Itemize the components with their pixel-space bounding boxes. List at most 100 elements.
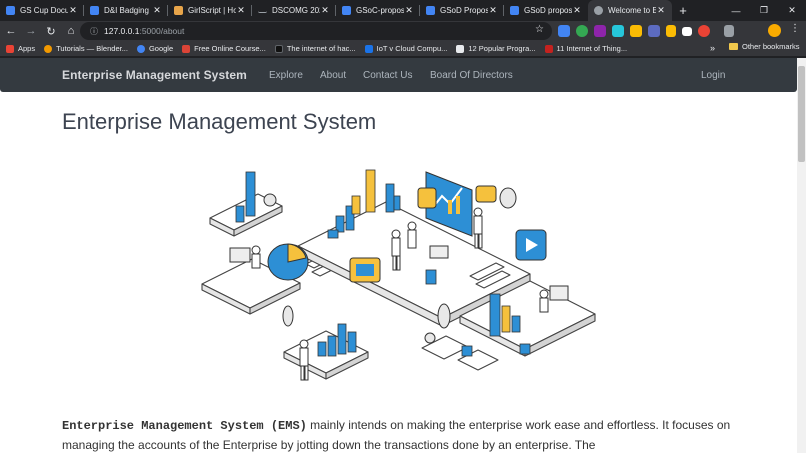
kebab-menu-icon[interactable]: ⋮ xyxy=(790,23,800,34)
bookmark-item[interactable]: Tutorials — Blender... xyxy=(44,44,128,53)
close-tab-icon[interactable]: ✕ xyxy=(320,5,330,16)
navbar-brand[interactable]: Enterprise Management System xyxy=(62,68,247,82)
bookmark-item[interactable]: The internet of hac... xyxy=(274,44,356,53)
extension-icon[interactable] xyxy=(612,25,624,37)
page-scrollbar[interactable] xyxy=(797,58,806,453)
extension-icon[interactable] xyxy=(666,25,676,37)
apps-grid-icon xyxy=(6,44,14,53)
close-tab-icon[interactable]: ✕ xyxy=(68,5,78,16)
close-tab-icon[interactable]: ✕ xyxy=(236,5,246,16)
browser-tab[interactable]: GSoC-propos ✕ xyxy=(336,0,420,21)
blender-icon xyxy=(44,44,53,53)
browser-toolbar: ← → ↻ ⌂ ⓘ 127.0.0.1:5000/about ☆ ⋮ xyxy=(0,21,806,41)
browser-tab[interactable]: GSoD propos ✕ xyxy=(504,0,588,21)
site-icon xyxy=(364,44,373,53)
site-navbar: Enterprise Management System Explore Abo… xyxy=(0,58,797,92)
extension-icon[interactable] xyxy=(698,25,710,37)
close-tab-icon[interactable]: ✕ xyxy=(572,5,582,16)
bookmark-item[interactable]: Free Online Course... xyxy=(182,44,266,53)
bookmark-star-icon[interactable]: ☆ xyxy=(535,24,544,35)
docs-icon xyxy=(6,6,15,15)
bookmarks-bar: Apps Tutorials — Blender... Google Free … xyxy=(0,41,806,57)
bookmark-item[interactable]: 11 Internet of Thing... xyxy=(544,44,628,53)
window-controls: — ❐ ✕ xyxy=(722,0,806,21)
info-icon[interactable]: ⓘ xyxy=(90,26,98,37)
bookmark-apps[interactable]: Apps xyxy=(6,44,35,53)
forward-icon[interactable]: → xyxy=(22,22,40,40)
minimize-icon[interactable]: — xyxy=(722,0,750,21)
site-icon xyxy=(544,44,553,53)
restore-icon[interactable]: ❐ xyxy=(750,0,778,21)
bookmark-label: The internet of hac... xyxy=(286,44,356,53)
address-host: 127.0.0.1 xyxy=(104,26,140,36)
close-tab-icon[interactable]: ✕ xyxy=(152,5,162,16)
nav-board-of-directors[interactable]: Board Of Directors xyxy=(430,70,513,81)
browser-tab[interactable]: GS Cup Docum ✕ xyxy=(0,0,84,21)
bookmark-label: Tutorials — Blender... xyxy=(56,44,128,53)
scrollbar-thumb[interactable] xyxy=(798,66,805,162)
site-icon xyxy=(456,44,465,53)
close-window-icon[interactable]: ✕ xyxy=(778,0,806,21)
description-paragraph: Enterprise Management System (EMS) mainl… xyxy=(62,416,752,453)
address-bar[interactable]: ⓘ 127.0.0.1:5000/about ☆ xyxy=(80,22,552,40)
browser-tab[interactable]: D&I Badging ✕ xyxy=(84,0,168,21)
login-link[interactable]: Login xyxy=(701,70,725,81)
bookmark-label: IoT v Cloud Compu... xyxy=(376,44,448,53)
extension-icon[interactable] xyxy=(682,26,692,36)
page-title: Enterprise Management System xyxy=(62,109,377,134)
docs-icon xyxy=(342,6,351,15)
bookmark-label: Apps xyxy=(18,44,36,53)
bookmark-item[interactable]: IoT v Cloud Compu... xyxy=(364,44,448,53)
browser-tab[interactable]: DSCOMG 2020 ✕ xyxy=(252,0,336,21)
tab-strip: GS Cup Docum ✕ D&I Badging ✕ GirlScript … xyxy=(0,0,806,21)
bookmark-label: 11 Internet of Thing... xyxy=(556,44,628,53)
puzzle-icon[interactable] xyxy=(724,25,734,37)
isometric-office-illustration xyxy=(201,169,596,381)
tab-title: D&I Badging xyxy=(104,6,149,15)
reload-icon[interactable]: ↻ xyxy=(42,22,60,40)
bookmark-item[interactable]: 12 Popular Progra... xyxy=(456,44,536,53)
browser-tab-active[interactable]: Welcome to E ✕ xyxy=(588,0,672,21)
site-icon xyxy=(274,44,283,53)
close-tab-icon[interactable]: ✕ xyxy=(488,5,498,16)
extension-icon[interactable] xyxy=(648,25,660,37)
other-bookmarks[interactable]: Other bookmarks xyxy=(729,42,800,51)
google-icon xyxy=(136,44,145,53)
extension-icon[interactable] xyxy=(576,25,588,37)
nav-about[interactable]: About xyxy=(320,70,346,81)
bookmarks-overflow-icon[interactable]: » xyxy=(710,43,715,53)
bookmark-label: Google xyxy=(148,44,174,53)
new-tab-button[interactable]: + xyxy=(672,0,694,21)
nav-contact-us[interactable]: Contact Us xyxy=(363,70,412,81)
docs-icon xyxy=(426,6,435,15)
back-icon[interactable]: ← xyxy=(2,22,20,40)
tab-title: GS Cup Docum xyxy=(20,6,68,15)
other-bookmarks-label: Other bookmarks xyxy=(742,42,800,51)
extensions-area xyxy=(558,23,740,39)
extension-icon[interactable] xyxy=(594,25,606,37)
docs-icon xyxy=(90,6,99,15)
home-icon[interactable]: ⌂ xyxy=(62,22,80,40)
bookmark-item[interactable]: Google xyxy=(136,44,174,53)
extension-icon[interactable] xyxy=(558,25,570,37)
ems-term: Enterprise Management System (EMS) xyxy=(62,419,307,433)
browser-tab[interactable]: GirlScript | Ho ✕ xyxy=(168,0,252,21)
folder-icon xyxy=(729,43,738,50)
web-page: Enterprise Management System Explore Abo… xyxy=(0,58,806,453)
tab-title: DSCOMG 2020 xyxy=(272,6,320,15)
profile-avatar[interactable] xyxy=(768,24,781,37)
address-path: :5000/about xyxy=(139,26,185,36)
course-icon xyxy=(182,44,191,53)
extension-icon[interactable] xyxy=(630,25,642,37)
browser-tab[interactable]: GSoD Propos ✕ xyxy=(420,0,504,21)
tab-title: GSoC-propos xyxy=(356,6,404,15)
tab-title: GirlScript | Ho xyxy=(188,6,236,15)
tab-title: Welcome to E xyxy=(608,6,656,15)
girlscript-icon xyxy=(174,6,183,15)
nav-explore[interactable]: Explore xyxy=(269,70,303,81)
close-tab-icon[interactable]: ✕ xyxy=(656,5,666,16)
bookmark-label: 12 Popular Progra... xyxy=(468,44,536,53)
close-tab-icon[interactable]: ✕ xyxy=(404,5,414,16)
tab-title: GSoD Propos xyxy=(440,6,488,15)
docs-icon xyxy=(510,6,519,15)
